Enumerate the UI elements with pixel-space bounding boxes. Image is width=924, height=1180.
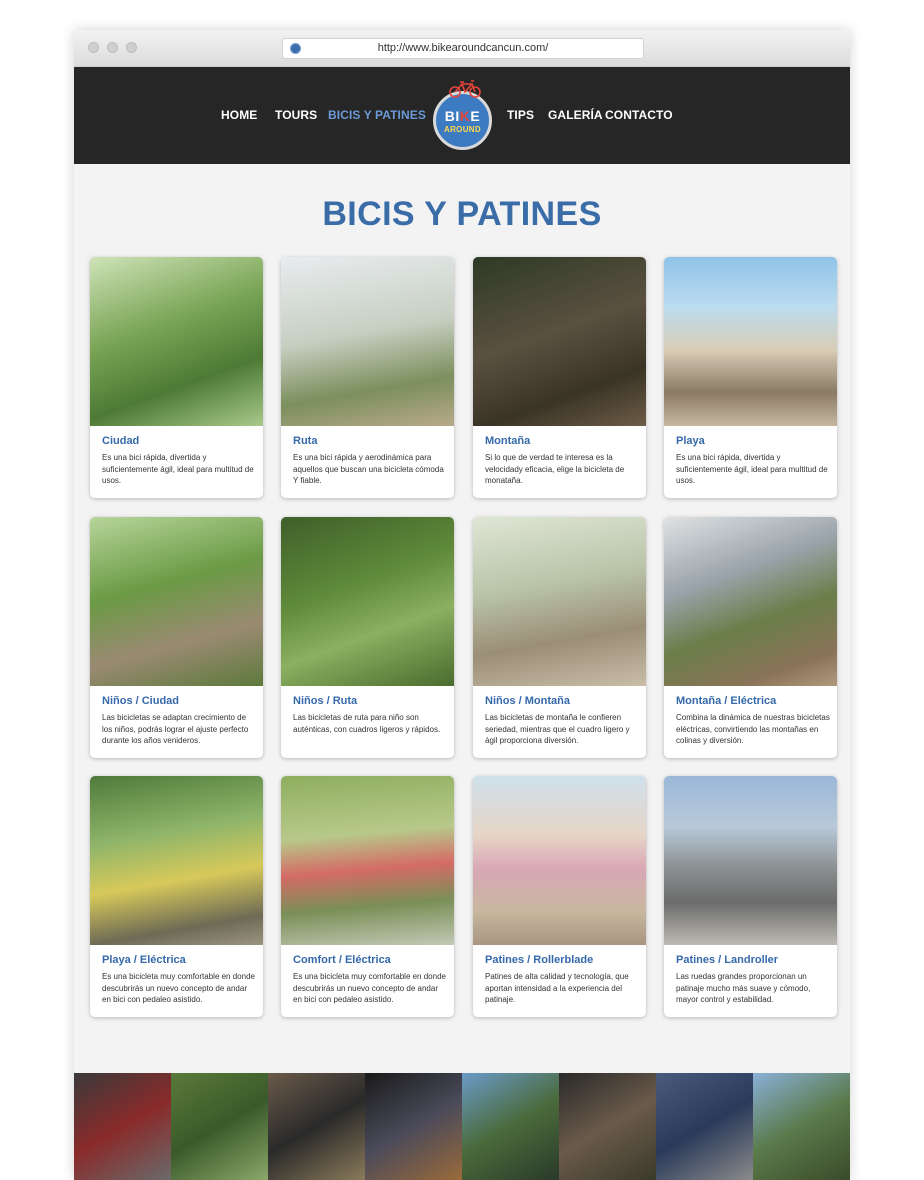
product-photo [664,257,837,426]
product-name: Patines / Landroller [676,954,779,966]
product-card-ninos-ciudad[interactable]: Niños / Ciudad Las bicicletas se adaptan… [90,517,263,758]
product-description: Es una bici rápida, divertida y suficien… [676,453,828,485]
product-card-patines-rollerblade[interactable]: Patines / Rollerblade Patines de alta ca… [473,776,646,1017]
product-photo [473,776,646,945]
product-name: Patines / Rollerblade [485,954,594,966]
product-name: Niños / Ruta [293,695,358,707]
product-photo [664,517,837,686]
url-text: http://www.bikearoundcancun.com/ [377,42,549,54]
product-photo [281,776,454,945]
product-name: Montaña [485,435,531,447]
product-description: Las bicicletas de ruta para niño son aut… [293,713,441,734]
product-photo [90,517,263,686]
favicon-icon [290,43,301,54]
product-photo [473,517,646,686]
product-photo [90,257,263,426]
product-name: Niños / Ciudad [102,695,179,707]
product-name: Playa [676,435,705,447]
product-photo [90,776,263,945]
product-description: Si lo que de verdad te interesa es la ve… [485,453,625,485]
bicycle-icon [449,80,481,98]
page-title: BICIS Y PATINES [322,195,602,233]
bike-around-logo[interactable]: BIKE AROUND [433,80,492,150]
product-name: Comfort / Eléctrica [293,954,391,966]
product-description: Es una bici rápida y aerodinámica para a… [293,453,444,485]
product-description: Patines de alta calidad y tecnología, qu… [485,972,629,1004]
logo-line1: BIKE [444,108,481,124]
product-description: Es una bici rápida, divertida y suficien… [102,453,254,485]
product-name: Niños / Montaña [485,695,570,707]
product-description: Es una bicicleta muy comfortable en dond… [293,972,446,1004]
product-description: Las ruedas grandes proporcionan un patin… [676,972,811,1004]
product-card-ninos-montana[interactable]: Niños / Montaña Las bicicletas de montañ… [473,517,646,758]
logo-line2: AROUND [444,125,481,134]
browser-window: http://www.bikearoundcancun.com/ HOME TO… [74,30,850,1180]
close-window-button[interactable] [88,42,99,53]
gallery-photo[interactable] [171,1073,268,1180]
gallery-photo[interactable] [268,1073,365,1180]
product-photo [281,257,454,426]
product-card-ruta[interactable]: Ruta Es una bici rápida y aerodinámica p… [281,257,454,498]
minimize-window-button[interactable] [107,42,118,53]
product-card-playa-electrica[interactable]: Playa / Eléctrica Es una bicicleta muy c… [90,776,263,1017]
product-photo [664,776,837,945]
product-description: Combina la dinámica de nuestras biciclet… [676,713,830,745]
gallery-strip [74,1073,850,1180]
product-name: Playa / Eléctrica [102,954,186,966]
product-photo [281,517,454,686]
product-card-montana-electrica[interactable]: Montaña / Eléctrica Combina la dinámica … [664,517,837,758]
nav-home[interactable]: HOME [221,108,257,122]
nav-tours[interactable]: TOURS [275,108,317,122]
main-navigation: HOME TOURS BICIS Y PATINES BIKE AROUND T… [74,67,850,164]
product-description: Es una bicicleta muy comfortable en dond… [102,972,255,1004]
gallery-photo[interactable] [462,1073,559,1180]
maximize-window-button[interactable] [126,42,137,53]
gallery-photo[interactable] [559,1073,656,1180]
gallery-photo[interactable] [656,1073,753,1180]
product-description: Las bicicletas se adaptan crecimiento de… [102,713,249,745]
nav-bicis-y-patines[interactable]: BICIS Y PATINES [328,108,426,122]
address-bar[interactable]: http://www.bikearoundcancun.com/ [282,38,644,59]
product-card-ninos-ruta[interactable]: Niños / Ruta Las bicicletas de ruta para… [281,517,454,758]
product-photo [473,257,646,426]
gallery-photo[interactable] [74,1073,171,1180]
product-name: Ciudad [102,435,140,447]
gallery-photo[interactable] [753,1073,850,1180]
product-card-montana[interactable]: Montaña Si lo que de verdad te interesa … [473,257,646,498]
browser-toolbar: http://www.bikearoundcancun.com/ [74,30,850,67]
product-card-patines-landroller[interactable]: Patines / Landroller Las ruedas grandes … [664,776,837,1017]
nav-tips[interactable]: TIPS [507,108,534,122]
nav-galeria[interactable]: GALERÍA [548,108,603,122]
gallery-photo[interactable] [365,1073,462,1180]
product-card-playa[interactable]: Playa Es una bici rápida, divertida y su… [664,257,837,498]
product-name: Ruta [293,435,318,447]
product-description: Las bicicletas de montaña le confieren s… [485,713,630,745]
product-card-ciudad[interactable]: Ciudad Es una bici rápida, divertida y s… [90,257,263,498]
nav-contacto[interactable]: CONTACTO [605,108,673,122]
product-card-comfort-electrica[interactable]: Comfort / Eléctrica Es una bicicleta muy… [281,776,454,1017]
window-controls [88,42,137,53]
product-name: Montaña / Eléctrica [676,695,777,707]
